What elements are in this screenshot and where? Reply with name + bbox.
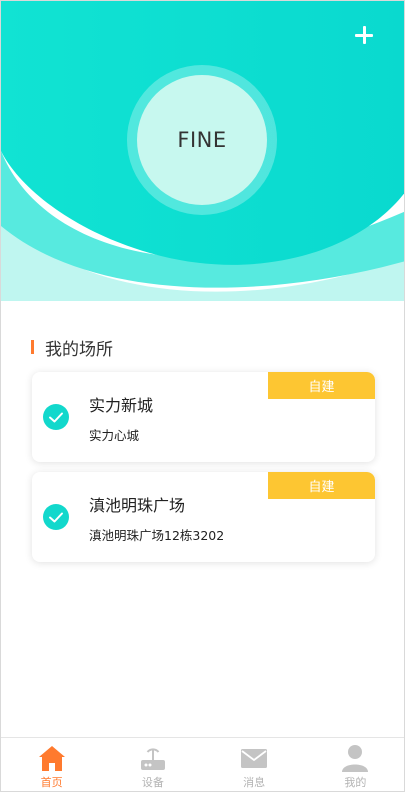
user-icon	[340, 743, 370, 773]
app-screen: FINE 我的场所 自建 实力新城 实力心城 自建 滇池明珠广场 滇池明珠广场1…	[0, 0, 405, 792]
place-address: 实力心城	[89, 428, 140, 443]
tab-messages[interactable]: 消息	[204, 738, 305, 791]
bottom-tab-bar: 首页 设备 消息 我的	[1, 737, 404, 791]
section-title: 我的场所	[45, 339, 113, 360]
avatar[interactable]: FINE	[137, 75, 267, 205]
tab-label: 首页	[40, 776, 63, 789]
place-name: 实力新城	[89, 396, 154, 415]
section-accent-bar	[31, 340, 34, 354]
place-address: 滇池明珠广场12栋3202	[89, 528, 225, 543]
avatar-text: FINE	[177, 128, 227, 152]
check-circle-icon	[43, 404, 69, 430]
add-place-button[interactable]	[350, 21, 378, 49]
tab-label: 我的	[344, 776, 367, 789]
place-tag: 自建	[268, 472, 375, 499]
place-card[interactable]: 自建 滇池明珠广场 滇池明珠广场12栋3202	[32, 472, 375, 562]
tab-label: 设备	[141, 776, 164, 789]
place-card[interactable]: 自建 实力新城 实力心城	[32, 372, 375, 462]
section-header: 我的场所	[31, 335, 113, 360]
tab-profile[interactable]: 我的	[305, 738, 404, 791]
place-name: 滇池明珠广场	[89, 496, 186, 515]
tab-devices[interactable]: 设备	[102, 738, 203, 791]
tab-home[interactable]: 首页	[1, 738, 102, 791]
check-circle-icon	[43, 504, 69, 530]
home-icon	[37, 743, 67, 773]
router-icon	[138, 743, 168, 773]
place-tag: 自建	[268, 372, 375, 399]
tab-label: 消息	[243, 776, 266, 789]
header-banner: FINE	[1, 1, 404, 321]
mail-icon	[239, 743, 269, 773]
